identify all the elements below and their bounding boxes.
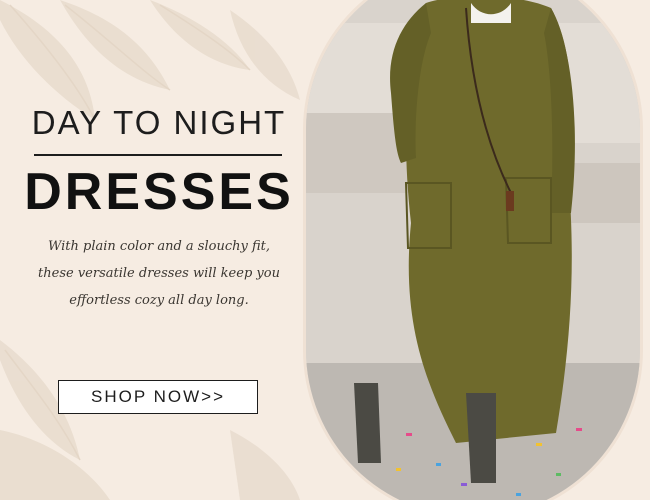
promo-banner[interactable]: DAY TO NIGHT DRESSES With plain color an… bbox=[0, 0, 650, 500]
headline-dresses: DRESSES bbox=[24, 163, 294, 221]
shop-now-button[interactable]: SHOP NOW>> bbox=[58, 380, 258, 414]
description-text: With plain color and a slouchy fit, thes… bbox=[0, 233, 318, 314]
description-line: these versatile dresses will keep you bbox=[38, 266, 280, 281]
headline-day-to-night: DAY TO NIGHT bbox=[31, 104, 287, 141]
model-in-olive-sweater-dress-image bbox=[306, 0, 640, 500]
headline-divider bbox=[34, 154, 282, 156]
description-line: With plain color and a slouchy fit, bbox=[48, 239, 270, 254]
model-photo[interactable] bbox=[303, 0, 643, 500]
description-line: effortless cozy all day long. bbox=[69, 293, 249, 308]
